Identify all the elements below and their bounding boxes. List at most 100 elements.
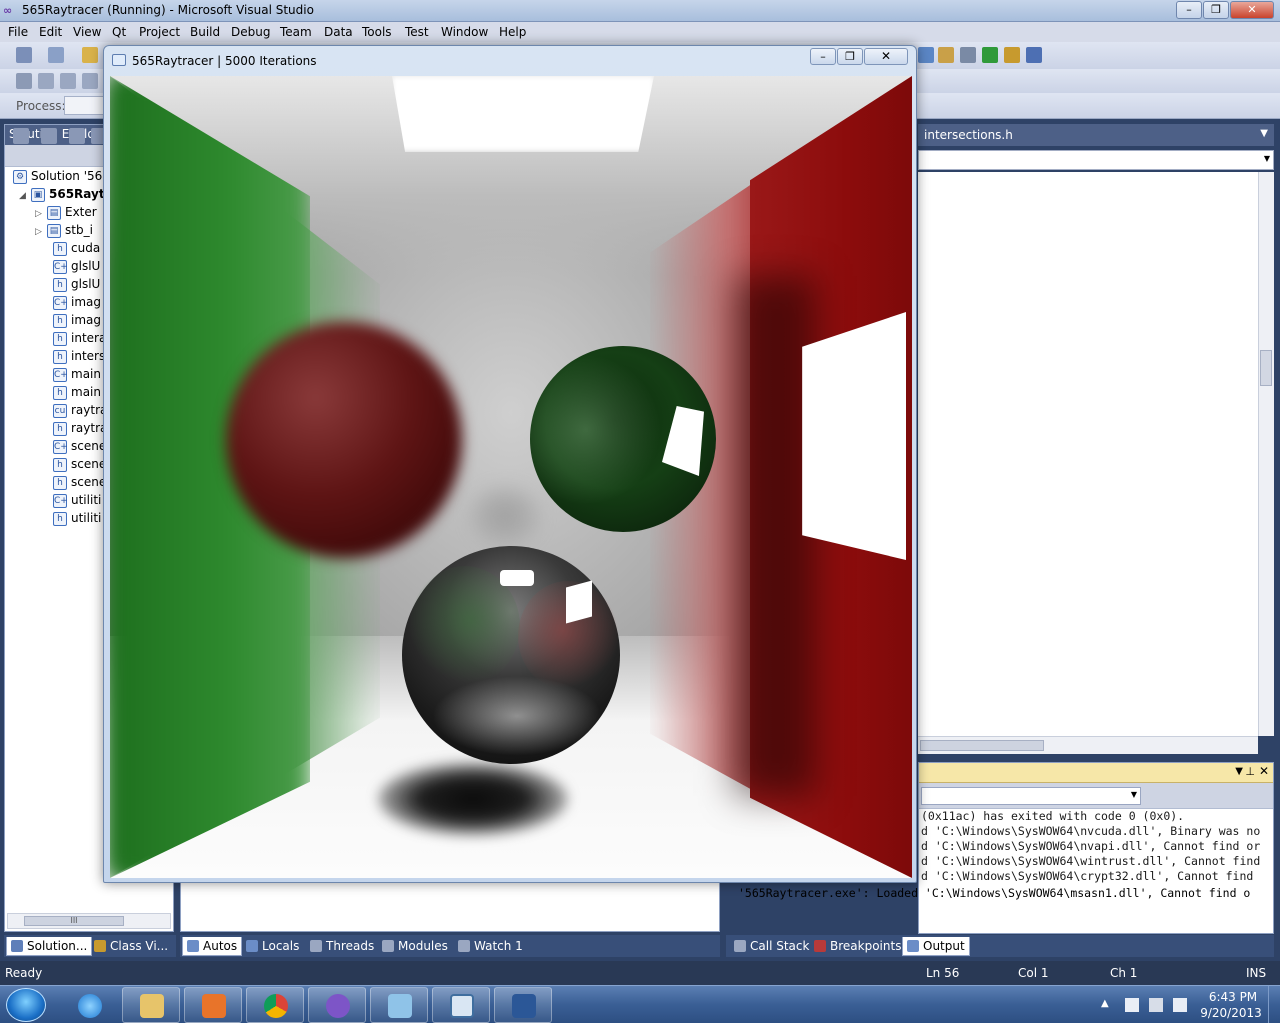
network-icon[interactable] <box>1149 998 1163 1012</box>
clock-time[interactable]: 6:43 PM <box>1203 990 1263 1004</box>
menu-window[interactable]: Window <box>441 25 488 39</box>
close-button[interactable]: ✕ <box>864 48 908 65</box>
code-editor[interactable] <box>918 172 1258 736</box>
menu-data[interactable]: Data <box>324 25 353 39</box>
outdent-icon[interactable] <box>60 73 76 89</box>
folder-icon: ▤ <box>47 223 61 238</box>
tab-watch[interactable]: Watch 1 <box>454 937 527 956</box>
volume-muted-icon[interactable] <box>1173 998 1187 1012</box>
close-icon[interactable]: ✕ <box>1259 764 1269 778</box>
tab-modules[interactable]: Modules <box>378 937 452 956</box>
open-folder-icon[interactable] <box>82 47 98 63</box>
process-dropdown[interactable] <box>64 96 104 115</box>
menu-help[interactable]: Help <box>499 25 526 39</box>
add-item-icon[interactable] <box>48 47 64 63</box>
header-file-icon: h <box>53 511 67 526</box>
new-project-icon[interactable] <box>16 47 32 63</box>
menu-qt[interactable]: Qt <box>112 25 126 39</box>
chrome-sphere-highlight <box>566 580 592 624</box>
menu-edit[interactable]: Edit <box>39 25 62 39</box>
notepad-icon[interactable] <box>370 987 428 1023</box>
properties-icon[interactable] <box>13 128 29 144</box>
tab-call-stack[interactable]: Call Stack <box>730 937 813 956</box>
tab-solution-explorer[interactable]: Solution... <box>6 937 93 956</box>
tab-autos[interactable]: Autos <box>182 937 243 956</box>
tab-breakpoints[interactable]: Breakpoints <box>810 937 905 956</box>
show-hidden-icons-icon[interactable]: ▲ <box>1101 998 1115 1012</box>
indent-icon[interactable] <box>38 73 54 89</box>
tree-item-label: main <box>71 385 101 399</box>
show-all-files-icon[interactable] <box>41 128 57 144</box>
show-desktop-button[interactable] <box>1268 986 1280 1023</box>
menu-view[interactable]: View <box>73 25 101 39</box>
step-into-icon[interactable] <box>982 47 998 63</box>
member-dropdown[interactable]: ▼ <box>918 150 1274 170</box>
header-file-icon: h <box>53 475 67 490</box>
tree-item-label: 565Rayt <box>49 187 105 201</box>
menu-file[interactable]: File <box>8 25 28 39</box>
solution-explorer-toolbar-icon[interactable] <box>918 47 934 63</box>
chevron-down-icon[interactable]: ▼ <box>1260 128 1268 139</box>
tree-item-label: utiliti <box>71 511 102 525</box>
tree-item-label: utiliti <box>71 493 102 507</box>
refresh-icon[interactable] <box>69 128 85 144</box>
pin-icon[interactable]: ⊥ <box>1245 765 1255 778</box>
vs-titlebar[interactable]: ∞ 565Raytracer (Running) - Microsoft Vis… <box>0 0 1280 22</box>
font-size-icon[interactable] <box>82 73 98 89</box>
clock-date[interactable]: 9/20/2013 <box>1196 1006 1266 1020</box>
render-canvas[interactable] <box>110 76 912 878</box>
media-glyph <box>202 994 226 1018</box>
header-file-icon: h <box>53 313 67 328</box>
tab-class-view[interactable]: Class Vi... <box>90 937 172 956</box>
tools-icon[interactable] <box>960 47 976 63</box>
expand-icon[interactable]: ▷ <box>35 227 47 237</box>
tree-item-label: Solution '565 <box>31 169 110 183</box>
menu-team[interactable]: Team <box>280 25 312 39</box>
menu-build[interactable]: Build <box>190 25 220 39</box>
media-player-icon[interactable] <box>184 987 242 1023</box>
tree-item-label: scene <box>71 457 107 471</box>
internet-explorer-icon[interactable] <box>60 987 118 1023</box>
scrollbar-thumb[interactable] <box>920 740 1044 751</box>
expand-icon[interactable]: ▷ <box>35 209 47 219</box>
menu-project[interactable]: Project <box>139 25 180 39</box>
raytracer-title: 565Raytracer | 5000 Iterations <box>132 54 317 68</box>
tab-locals[interactable]: Locals <box>242 937 303 956</box>
editor-horizontal-scrollbar[interactable] <box>918 736 1258 754</box>
menu-test[interactable]: Test <box>405 25 429 39</box>
word-icon[interactable] <box>494 987 552 1023</box>
maximize-button[interactable]: ❐ <box>1203 1 1229 19</box>
close-button[interactable]: ✕ <box>1230 1 1274 19</box>
toolbox-icon[interactable] <box>1026 47 1042 63</box>
menu-debug[interactable]: Debug <box>231 25 270 39</box>
raytracer-icon[interactable] <box>432 987 490 1023</box>
minimize-button[interactable]: – <box>1176 1 1202 19</box>
visual-studio-icon[interactable] <box>308 987 366 1023</box>
chrome-icon[interactable] <box>246 987 304 1023</box>
file-explorer-icon[interactable] <box>122 987 180 1023</box>
class-view-icon[interactable] <box>1004 47 1020 63</box>
scrollbar-thumb[interactable] <box>1260 350 1272 386</box>
tab-threads[interactable]: Threads <box>306 937 378 956</box>
format-icon[interactable] <box>16 73 32 89</box>
header-file-icon: h <box>53 457 67 472</box>
output-icon <box>907 940 919 952</box>
menu-tools[interactable]: Tools <box>362 25 392 39</box>
action-center-flag-icon[interactable] <box>1125 998 1139 1012</box>
properties-icon[interactable] <box>938 47 954 63</box>
maximize-button[interactable]: ❐ <box>837 48 863 65</box>
solution-explorer-scrollbar[interactable]: III <box>7 913 171 929</box>
tree-item-label: scene <box>71 439 107 453</box>
raytracer-window[interactable]: 565Raytracer | 5000 Iterations – ❐ ✕ <box>103 45 917 883</box>
dropdown-icon[interactable]: ▼ <box>1235 766 1243 777</box>
start-button[interactable] <box>6 988 46 1022</box>
scrollbar-thumb[interactable]: III <box>24 916 124 926</box>
editor-vertical-scrollbar[interactable] <box>1258 172 1274 736</box>
status-insert-mode: INS <box>1246 966 1267 980</box>
minimize-button[interactable]: – <box>810 48 836 65</box>
collapse-icon[interactable]: ◢ <box>19 191 31 201</box>
output-source-select[interactable]: ▼ <box>921 787 1141 805</box>
tab-output[interactable]: Output <box>902 937 970 956</box>
output-line: d 'C:\Windows\SysWOW64\nvcuda.dll', Bina… <box>921 824 1261 838</box>
editor-tab[interactable]: intersections.h ▼ <box>918 124 1274 146</box>
